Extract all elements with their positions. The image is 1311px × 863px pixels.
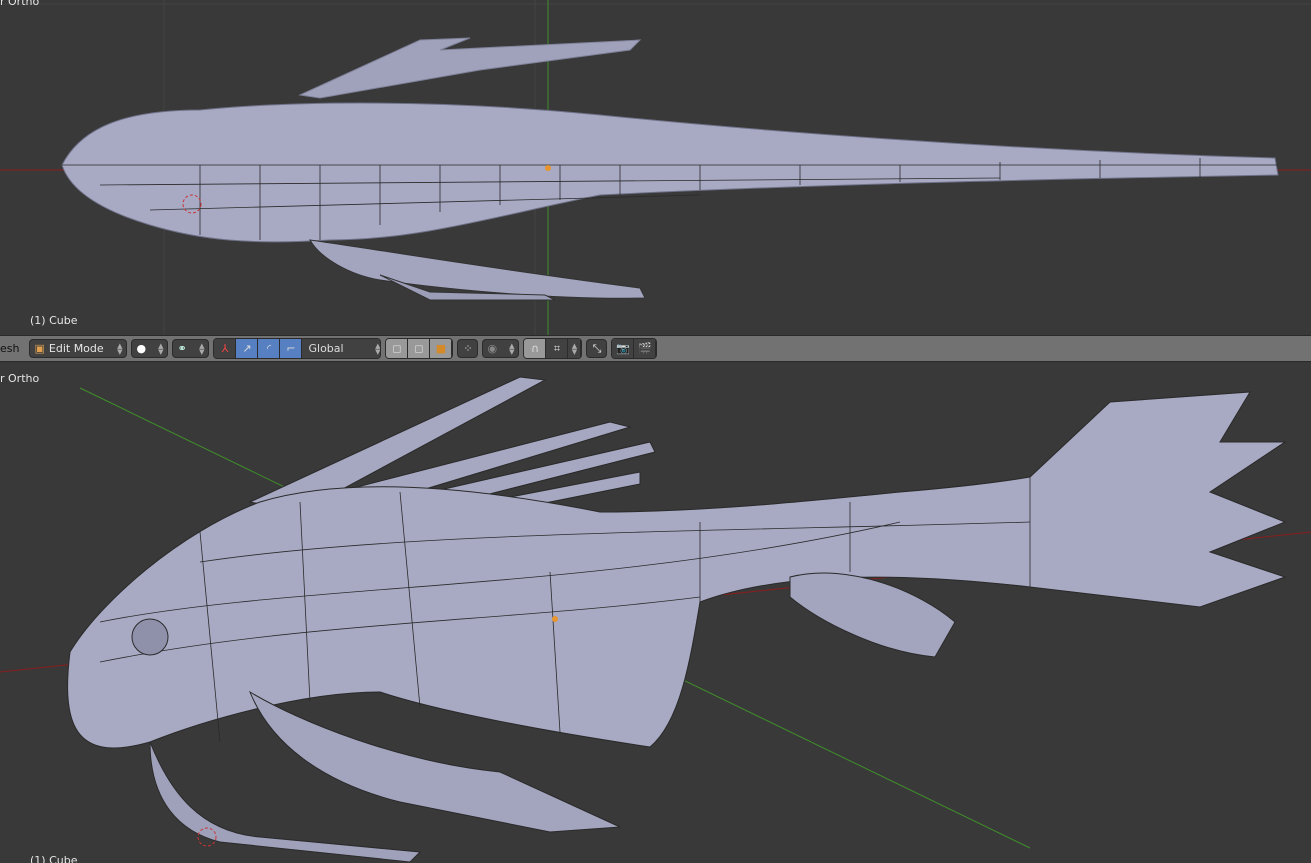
manipulator-group: ⅄ ↗ ◜ ⌐ Global ▲ ▼ <box>213 338 382 359</box>
limit-selection-icon[interactable]: ⁘ <box>457 339 479 358</box>
bottom-viewport-canvas <box>0 376 1311 863</box>
rotate-icon[interactable]: ◜ <box>258 339 281 358</box>
object-label: (1) Cube <box>30 854 78 863</box>
viewport-shading-icon: ● <box>136 342 147 355</box>
dropdown-arrows-icon: ▲ ▼ <box>199 341 205 356</box>
dropdown-arrows-icon: ▲ ▼ <box>509 341 515 356</box>
mode-selector[interactable]: ▣ Edit Mode ▲ ▼ <box>29 339 128 358</box>
dropdown-arrows-icon: ▲ ▼ <box>117 341 123 356</box>
scale-icon[interactable]: ⌐ <box>280 339 303 358</box>
object-label: (1) Cube <box>30 314 78 327</box>
dropdown-arrows-icon[interactable]: ▲ ▼ <box>568 339 582 358</box>
fish-side-mesh <box>61 37 1279 301</box>
top-viewport-canvas <box>0 0 1311 335</box>
render-animation-icon[interactable]: 🎬 <box>634 339 657 358</box>
mode-label: Edit Mode <box>48 342 104 355</box>
vertex-select-icon[interactable]: ◻ <box>386 339 409 358</box>
pivot-point-dropdown[interactable]: ⚭ ▲ ▼ <box>172 339 210 358</box>
face-select-icon[interactable]: ■ <box>430 339 453 358</box>
snap-icon[interactable]: ∩ <box>524 339 547 358</box>
mesh-menu[interactable]: esh <box>0 342 19 355</box>
bottom-3d-viewport[interactable]: r Ortho (1) Cube <box>0 362 1311 863</box>
fish-perspective-mesh <box>67 376 1287 863</box>
proportional-edit-dropdown[interactable]: ◉ ▲ ▼ <box>482 339 520 358</box>
snap-element-icon[interactable]: ⌗ <box>546 339 569 358</box>
top-3d-viewport[interactable]: r Ortho (1) Cube <box>0 0 1311 335</box>
render-group: 📷 🎬 <box>611 338 658 359</box>
orientation-dropdown[interactable]: Global ▲ ▼ <box>302 339 381 358</box>
edge-select-icon[interactable]: ◻ <box>408 339 431 358</box>
snap-group: ∩ ⌗ ▲ ▼ <box>523 338 583 359</box>
manipulator-icon[interactable]: ⅄ <box>214 339 237 358</box>
view-label: r Ortho <box>0 0 40 8</box>
snap-target-icon[interactable]: ⤡ <box>586 339 608 358</box>
3d-view-header: esh ▣ Edit Mode ▲ ▼ ● ▲ ▼ ⚭ ▲ ▼ ⅄ ↗ ◜ ⌐ Glo… <box>0 335 1311 362</box>
pivot-point-icon: ⚭ <box>177 342 187 355</box>
orientation-label: Global <box>308 342 344 355</box>
edit-mode-icon: ▣ <box>34 342 45 355</box>
select-mode-group: ◻ ◻ ■ <box>385 338 454 359</box>
render-icon[interactable]: 📷 <box>612 339 635 358</box>
dropdown-arrows-icon: ▲ ▼ <box>158 341 164 356</box>
viewport-shading-dropdown[interactable]: ● ▲ ▼ <box>131 339 169 358</box>
translate-icon[interactable]: ↗ <box>236 339 259 358</box>
proportional-edit-icon: ◉ <box>487 342 498 355</box>
dropdown-arrows-icon: ▲ ▼ <box>375 341 381 356</box>
view-label: r Ortho <box>0 372 40 385</box>
